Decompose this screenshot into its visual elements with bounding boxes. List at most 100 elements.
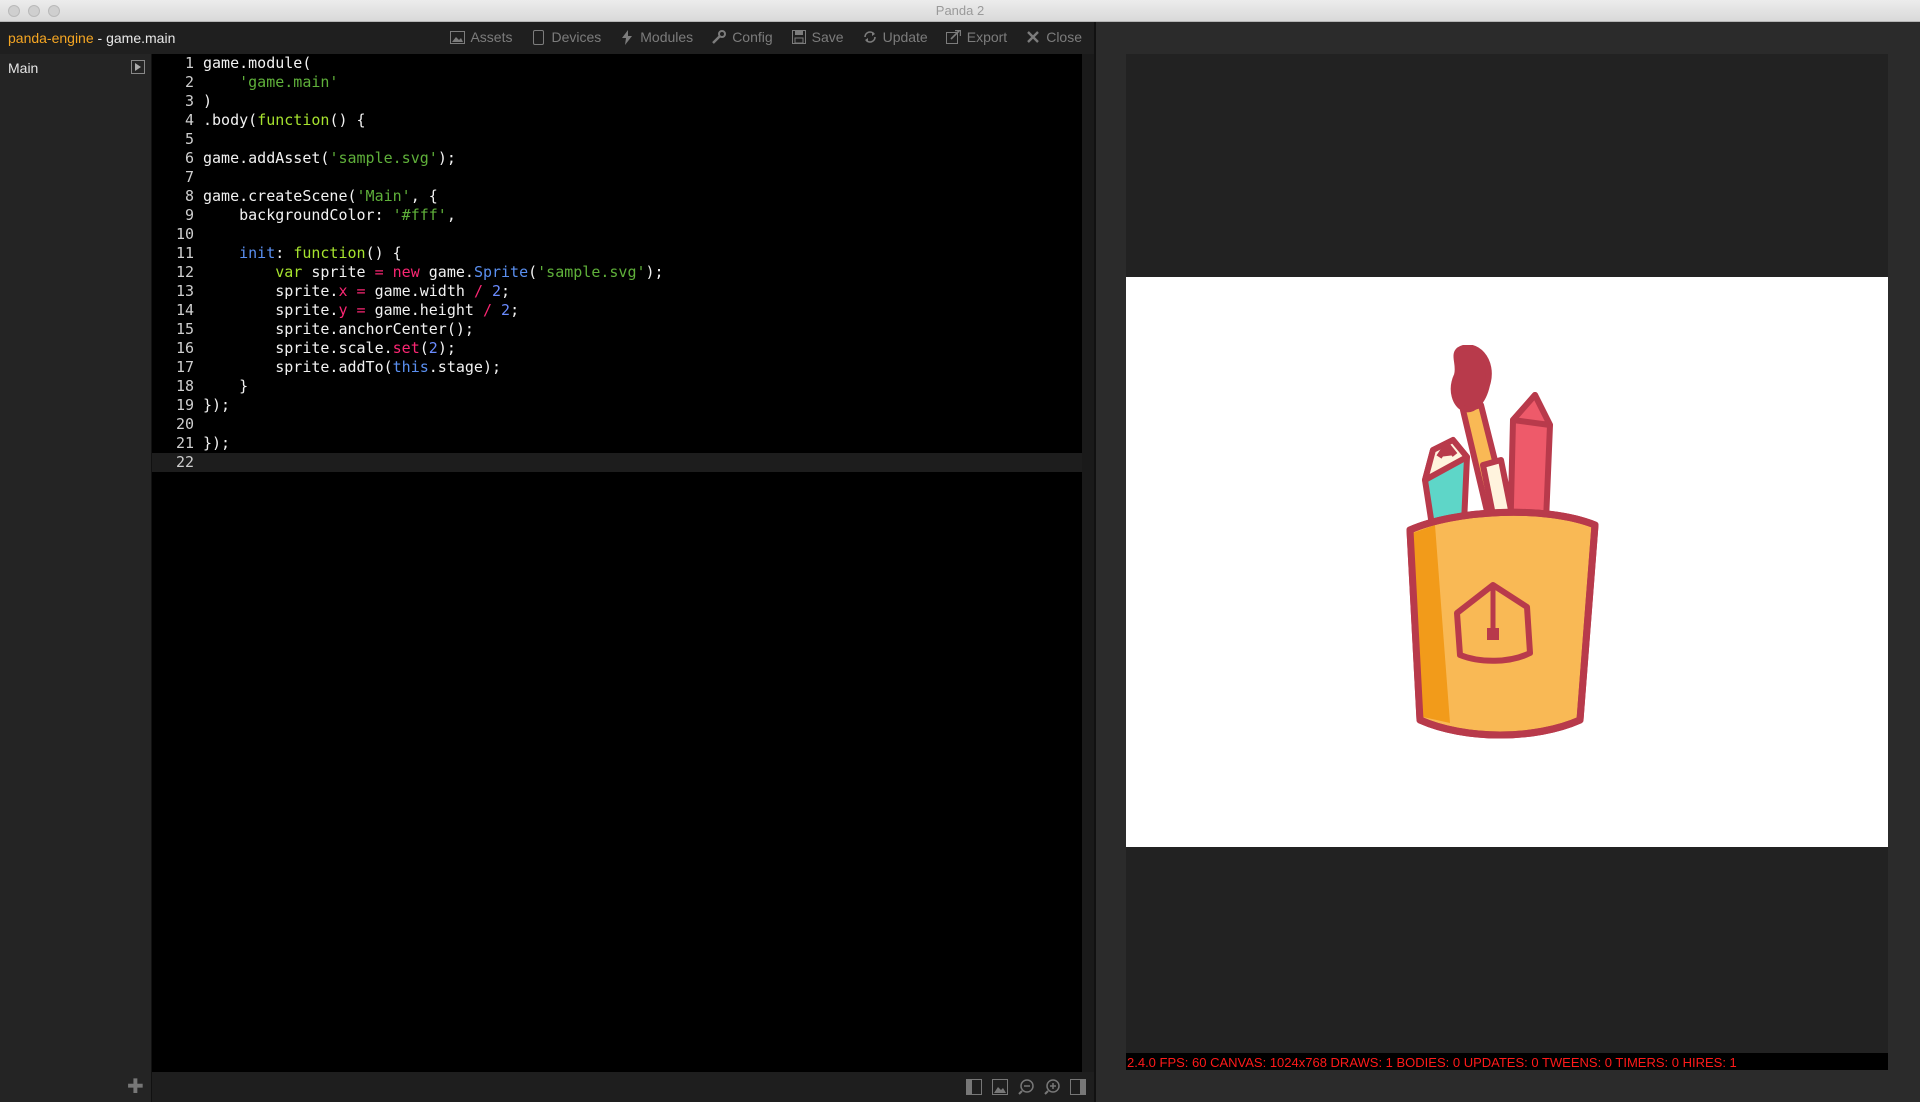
assets-button[interactable]: Assets	[449, 29, 512, 45]
play-scene-button[interactable]	[131, 60, 145, 74]
code-token: y	[338, 301, 348, 319]
code-line[interactable]: 3)	[152, 92, 1082, 111]
code-line[interactable]: 15 sprite.anchorCenter();	[152, 320, 1082, 339]
code-token: sprite.	[203, 301, 339, 319]
export-label: Export	[966, 29, 1008, 45]
code-token: function	[293, 244, 366, 262]
code-token: ;	[501, 282, 511, 300]
code-text: });	[203, 434, 230, 453]
code-token: ;	[510, 301, 520, 319]
code-line[interactable]: 2 'game.main'	[152, 73, 1082, 92]
code-line[interactable]: 20	[152, 415, 1082, 434]
code-line[interactable]: 6 game.addAsset('sample.svg');	[152, 149, 1082, 168]
code-line[interactable]: 12 var sprite = new game.Sprite('sample.…	[152, 263, 1082, 282]
code-line[interactable]: 10	[152, 225, 1082, 244]
refresh-icon	[862, 29, 878, 45]
code-token: }	[203, 377, 249, 395]
project-name[interactable]: panda-engine	[8, 30, 94, 46]
code-line[interactable]: 19});	[152, 396, 1082, 415]
code-token: );	[437, 339, 456, 357]
zoom-out-icon[interactable]	[1018, 1079, 1034, 1095]
code-token: game.	[419, 263, 474, 281]
code-token: (	[528, 263, 538, 281]
code-token: =	[356, 301, 366, 319]
devices-button[interactable]: Devices	[530, 29, 601, 45]
update-label: Update	[882, 29, 928, 45]
code-line[interactable]: 8 game.createScene('Main', {	[152, 187, 1082, 206]
code-line[interactable]: 4 .body(function() {	[152, 111, 1082, 130]
close-button[interactable]: Close	[1025, 29, 1082, 45]
save-button[interactable]: Save	[791, 29, 844, 45]
scene-sidebar: Main ✚	[0, 54, 152, 1102]
code-token: game.height	[365, 301, 483, 319]
code-token: );	[645, 263, 664, 281]
code-line[interactable]: 14 sprite.y = game.height / 2;	[152, 301, 1082, 320]
sidebar-footer: ✚	[0, 1072, 152, 1102]
export-button[interactable]: Export	[946, 29, 1007, 45]
code-token: this	[392, 358, 429, 376]
code-token: );	[437, 149, 456, 167]
code-token: new	[392, 263, 420, 281]
code-token: () {	[365, 244, 402, 262]
line-number: 19	[175, 396, 194, 414]
code-text: }	[203, 377, 248, 396]
zoom-in-icon[interactable]	[1044, 1079, 1060, 1095]
line-number: 6	[184, 149, 194, 167]
code-token: init	[239, 244, 276, 262]
code-token: });	[203, 396, 231, 414]
line-number: 18	[175, 377, 194, 395]
update-button[interactable]: Update	[862, 29, 928, 45]
code-token: (	[419, 339, 429, 357]
code-editor[interactable]: 1 game.module(2 'game.main' 3) 4 .body(funct…	[152, 54, 1082, 1072]
code-text: game.createScene('Main', {	[203, 187, 438, 206]
line-number: 15	[175, 320, 194, 338]
code-line[interactable]: 11 init: function() {	[152, 244, 1082, 263]
code-token: 'game.main'	[239, 73, 339, 91]
code-token: )	[203, 92, 213, 110]
editor-scrollbar[interactable]	[1082, 54, 1094, 1072]
toggle-sidebar-icon[interactable]	[966, 1079, 982, 1095]
debug-stats: 2.4.0 FPS: 60 CANVAS: 1024x768 DRAWS: 1 …	[1127, 1055, 1737, 1070]
code-line[interactable]: 1 game.module(	[152, 54, 1082, 73]
code-line[interactable]: 7	[152, 168, 1082, 187]
modules-button[interactable]: Modules	[619, 29, 693, 45]
line-number: 10	[175, 225, 194, 243]
code-token: .body(	[203, 111, 258, 129]
config-button[interactable]: Config	[711, 29, 773, 45]
code-line[interactable]: 21});	[152, 434, 1082, 453]
code-token: :	[275, 244, 294, 262]
code-token: game.addAsset(	[203, 149, 330, 167]
code-token: sprite.addTo(	[203, 358, 393, 376]
code-text: sprite.y = game.height / 2;	[203, 301, 519, 320]
export-icon	[946, 29, 962, 45]
device-icon	[530, 29, 546, 45]
code-line[interactable]: 5	[152, 130, 1082, 149]
code-text: sprite.anchorCenter();	[203, 320, 474, 339]
code-line[interactable]: 18 }	[152, 377, 1082, 396]
code-token: /	[482, 301, 492, 319]
assets-label: Assets	[470, 29, 513, 45]
code-line[interactable]: 13 sprite.x = game.width / 2;	[152, 282, 1082, 301]
current-file: game.main	[106, 30, 176, 46]
code-line[interactable]: 17 sprite.addTo(this.stage);	[152, 358, 1082, 377]
sidebar-item-main[interactable]: Main	[8, 60, 38, 76]
code-token: sprite.scale.	[203, 339, 393, 357]
line-number: 13	[175, 282, 194, 300]
toggle-preview-icon[interactable]	[1070, 1079, 1086, 1095]
code-token: 'sample.svg'	[329, 149, 438, 167]
code-line[interactable]: 9 backgroundColor: '#fff',	[152, 206, 1082, 225]
code-line[interactable]: 22	[152, 453, 1082, 472]
code-line[interactable]: 16 sprite.scale.set(2);	[152, 339, 1082, 358]
image-preview-icon[interactable]	[992, 1079, 1008, 1095]
code-token: game.width	[365, 282, 474, 300]
line-number: 12	[175, 263, 194, 281]
code-token: game.module(	[203, 54, 312, 72]
add-module-icon[interactable]: ✚	[127, 1077, 144, 1097]
